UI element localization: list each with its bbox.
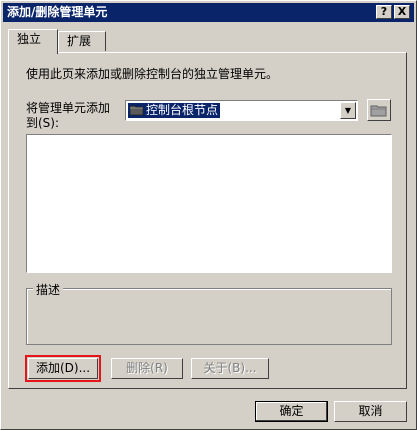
add-button[interactable]: 添加(D)... — [25, 355, 101, 382]
add-remove-snapin-dialog: 添加/删除管理单元 ? X 独立 扩展 使用此页来添加或删除控制台的独立管理单元… — [0, 0, 417, 430]
title-bar: 添加/删除管理单元 ? X — [3, 3, 414, 22]
instruction-text: 使用此页来添加或删除控制台的独立管理单元。 — [26, 67, 279, 81]
add-to-label-line2: 到(S): — [26, 116, 60, 130]
chevron-down-icon[interactable]: ▼ — [340, 102, 356, 119]
combobox-value-text: 控制台根节点 — [146, 103, 219, 117]
combobox-selected-value: 控制台根节点 — [128, 103, 221, 118]
remove-button[interactable]: 删除(R) — [111, 358, 183, 379]
help-button[interactable]: ? — [376, 5, 392, 19]
snapin-location-combobox[interactable]: 控制台根节点 ▼ — [125, 100, 358, 121]
description-group — [26, 288, 392, 345]
tab-standalone[interactable]: 独立 — [8, 29, 58, 54]
about-button[interactable]: 关于(B)... — [191, 358, 269, 379]
tab-extensions[interactable]: 扩展 — [58, 31, 106, 51]
snapin-list[interactable] — [26, 134, 392, 273]
add-to-label: 将管理单元添加 到(S): — [26, 101, 131, 131]
folder-icon — [130, 105, 144, 116]
window-title: 添加/删除管理单元 — [7, 5, 108, 19]
ok-button[interactable]: 确定 — [255, 401, 328, 422]
description-group-title: 描述 — [33, 281, 64, 298]
browse-folder-button[interactable] — [367, 99, 391, 121]
cancel-button[interactable]: 取消 — [334, 401, 407, 422]
open-folder-icon — [370, 105, 387, 117]
add-to-label-line1: 将管理单元添加 — [26, 101, 111, 115]
close-button[interactable]: X — [394, 5, 410, 19]
